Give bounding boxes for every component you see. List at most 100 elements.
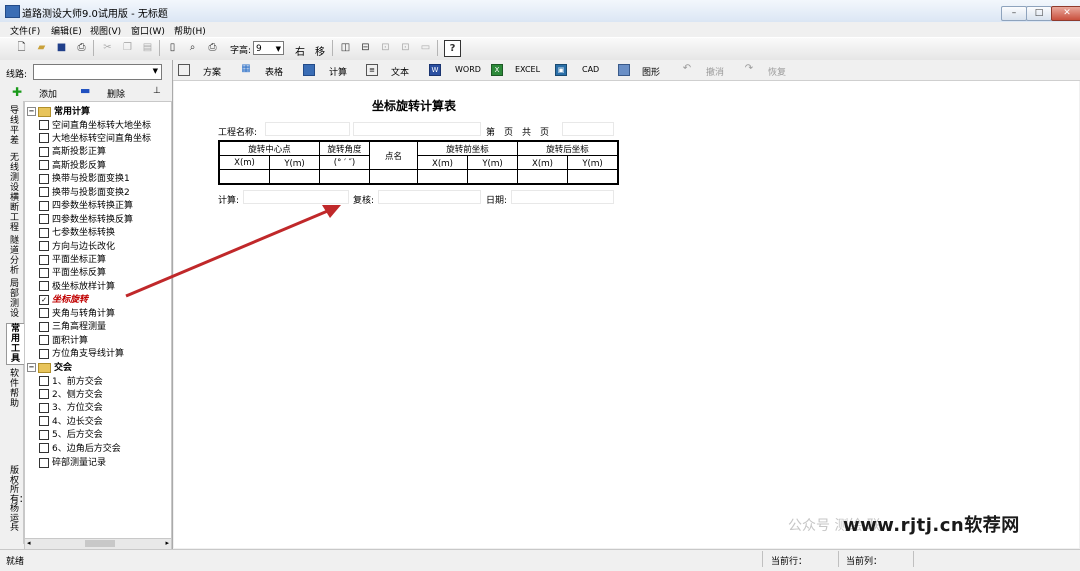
cell-y-after[interactable] <box>567 169 619 185</box>
scroll-left-icon[interactable]: ◂ <box>27 539 31 547</box>
tab-cross-section[interactable]: 横断工程 <box>6 193 23 233</box>
reviewer-field[interactable] <box>378 190 481 204</box>
tree-item[interactable]: 七参数坐标转换 <box>39 225 115 238</box>
checkbox[interactable] <box>39 160 49 171</box>
collapse-icon[interactable]: − <box>27 363 36 372</box>
pin-icon[interactable]: ⊥ <box>153 86 161 96</box>
cad-icon[interactable]: ▣ <box>555 64 567 76</box>
grid-icon-2[interactable]: ⊡ <box>398 40 413 55</box>
word-button[interactable]: WORD <box>455 65 481 74</box>
checkbox[interactable] <box>39 335 49 346</box>
excel-button[interactable]: EXCEL <box>515 65 540 74</box>
graphic-icon[interactable] <box>618 64 630 76</box>
checkbox[interactable] <box>39 173 49 184</box>
new-file-icon[interactable]: 🗋 <box>14 40 29 55</box>
cell-angle[interactable] <box>319 169 370 185</box>
print-setup-icon[interactable]: ⎙ <box>74 40 89 55</box>
scheme-button[interactable]: 方案 <box>203 65 221 78</box>
tree-item[interactable]: 平面坐标正算 <box>39 252 106 265</box>
tree-item[interactable]: 大地坐标转空间直角坐标 <box>39 131 151 144</box>
help-cursor-icon[interactable]: ? <box>444 40 461 57</box>
print-icon[interactable]: ⎙ <box>205 40 220 55</box>
checkbox[interactable] <box>39 457 49 468</box>
tree-item[interactable]: 换带与投影面变换1 <box>39 171 130 184</box>
checkbox[interactable] <box>39 254 49 265</box>
tree-item[interactable]: 极坐标放样计算 <box>39 279 115 292</box>
checkbox[interactable]: ✓ <box>39 294 49 305</box>
grid-icon[interactable]: ⊡ <box>378 40 393 55</box>
add-icon[interactable]: ✚ <box>12 85 22 99</box>
align-right-button[interactable]: 右 <box>295 43 305 58</box>
tab-tunnel-analysis[interactable]: 隧道分析 <box>6 236 23 276</box>
date-field[interactable] <box>511 190 614 204</box>
table-button[interactable]: 表格 <box>265 65 283 78</box>
tree-item[interactable]: 空间直角坐标转大地坐标 <box>39 118 151 131</box>
cell-y-center[interactable] <box>269 169 320 185</box>
tree-item[interactable]: 6、边角后方交会 <box>39 441 121 454</box>
zoom-icon[interactable]: ⌕ <box>185 40 200 55</box>
tab-common-tools[interactable]: 常用工具 <box>6 323 25 365</box>
undo-button[interactable]: 撤消 <box>706 65 724 78</box>
move-button[interactable]: 移 <box>315 43 325 58</box>
window-icon[interactable]: ▭ <box>418 40 433 55</box>
scroll-right-icon[interactable]: ▸ <box>165 539 169 547</box>
checkbox[interactable] <box>39 416 49 427</box>
minus-box-icon[interactable]: ⊟ <box>358 40 373 55</box>
checkbox[interactable] <box>39 376 49 386</box>
checkbox[interactable] <box>39 429 49 440</box>
checkbox[interactable] <box>39 120 49 130</box>
cad-button[interactable]: CAD <box>582 65 599 74</box>
preview-icon[interactable]: ▯ <box>165 40 180 55</box>
open-folder-icon[interactable]: ▰ <box>34 40 49 55</box>
checkbox[interactable] <box>39 241 49 252</box>
tree-item[interactable]: 3、方位交会 <box>39 400 103 413</box>
menu-edit[interactable]: 编辑(E) <box>51 24 82 37</box>
checkbox[interactable] <box>39 402 49 413</box>
menu-help[interactable]: 帮助(H) <box>174 24 206 37</box>
maximize-button[interactable]: □ <box>1026 6 1052 21</box>
excel-icon[interactable]: X <box>491 64 503 76</box>
tab-traverse-adjustment[interactable]: 导线平差 <box>6 106 23 146</box>
table-icon[interactable]: ▦ <box>240 64 252 76</box>
tree-item[interactable]: 方向与边长改化 <box>39 239 115 252</box>
cell-y-before[interactable] <box>467 169 518 185</box>
tree-item[interactable]: 5、后方交会 <box>39 427 103 440</box>
tab-line-setting[interactable]: 无线测设 <box>6 153 23 193</box>
checkbox[interactable] <box>39 146 49 157</box>
tree-item[interactable]: 换带与投影面变换2 <box>39 185 130 198</box>
scroll-thumb[interactable] <box>85 540 115 547</box>
checkbox[interactable] <box>39 389 49 400</box>
tab-software-help[interactable]: 软件帮助 <box>6 369 23 409</box>
page-field[interactable] <box>562 122 614 136</box>
tree-item[interactable]: 2、侧方交会 <box>39 387 103 400</box>
checkbox[interactable] <box>39 214 49 225</box>
copy-icon[interactable]: ❐ <box>120 40 135 55</box>
tree-item[interactable]: 高斯投影正算 <box>39 144 106 157</box>
cell-x-after[interactable] <box>517 169 568 185</box>
scheme-icon[interactable] <box>178 64 190 76</box>
cell-x-before[interactable] <box>417 169 468 185</box>
collapse-icon[interactable]: − <box>27 107 36 116</box>
tree-item-detail-survey[interactable]: 碎部测量记录 <box>39 455 106 468</box>
tree-item-selected[interactable]: ✓ 坐标旋转 <box>39 292 88 305</box>
delete-icon[interactable]: ▬ <box>80 84 90 97</box>
tree-item[interactable]: 1、前方交会 <box>39 374 103 387</box>
tree-group-intersection[interactable]: − 交会 <box>27 360 72 373</box>
checkbox[interactable] <box>39 321 49 332</box>
cell-point-name[interactable] <box>369 169 418 185</box>
save-icon[interactable]: ■ <box>54 40 69 55</box>
tree-item[interactable]: 面积计算 <box>39 333 88 346</box>
menu-view[interactable]: 视图(V) <box>90 24 121 37</box>
word-icon[interactable]: W <box>429 64 441 76</box>
checkbox[interactable] <box>39 200 49 211</box>
tree-group-common-calc[interactable]: − 常用计算 <box>27 104 90 117</box>
minimize-button[interactable]: – <box>1001 6 1027 21</box>
calculate-button[interactable]: 计算 <box>329 65 347 78</box>
text-button[interactable]: 文本 <box>391 65 409 78</box>
tree-item[interactable]: 高斯投影反算 <box>39 158 106 171</box>
calculate-icon[interactable] <box>303 64 315 76</box>
font-size-select[interactable]: 9 ▼ <box>253 41 284 55</box>
tab-local-survey[interactable]: 局部测设 <box>6 279 23 319</box>
tree-item[interactable]: 三角高程测量 <box>39 319 106 332</box>
tree-item[interactable]: 平面坐标反算 <box>39 265 106 278</box>
